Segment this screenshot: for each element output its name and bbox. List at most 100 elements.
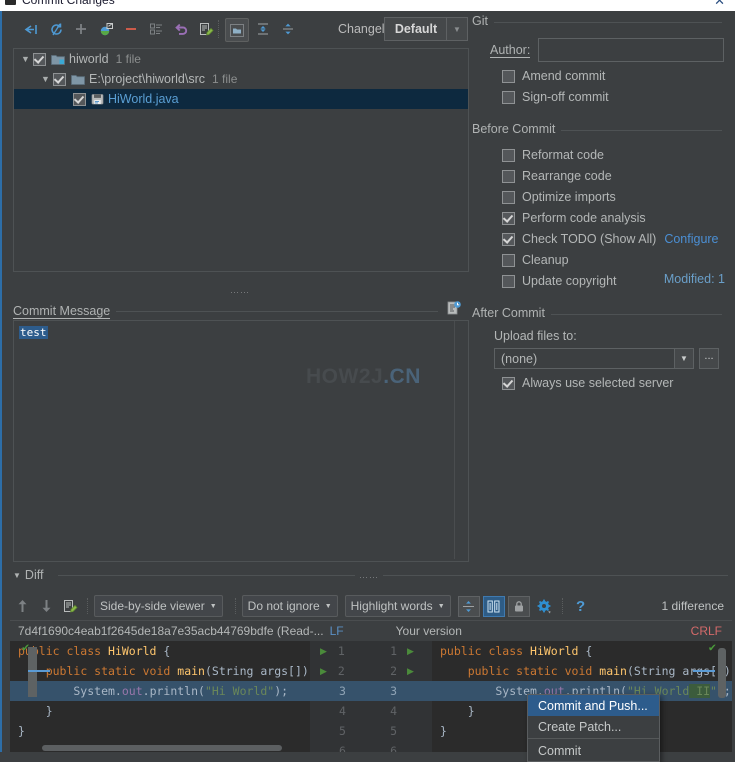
upload-server-combo[interactable]: (none) ▼ ... <box>494 348 735 369</box>
rollback-icon[interactable] <box>170 18 192 40</box>
line-number: 4 <box>390 704 397 718</box>
tree-checkbox[interactable] <box>53 72 66 86</box>
after-commit-section-header: After Commit <box>472 306 735 322</box>
signoff-commit-row[interactable]: Sign-off commit <box>502 90 735 104</box>
edit-changelist-icon[interactable] <box>145 18 167 40</box>
tree-checkbox[interactable] <box>33 52 46 66</box>
watermark-suffix: .CN <box>383 365 421 388</box>
chevron-down-icon[interactable]: ▼ <box>20 54 31 65</box>
menu-item-commit-and-push[interactable]: Commit and Push... <box>528 695 659 716</box>
delete-changelist-icon[interactable] <box>120 18 142 40</box>
synchronize-scroll-icon[interactable] <box>482 595 505 617</box>
diff-edit-icon[interactable] <box>195 18 217 40</box>
show-diff-icon[interactable] <box>20 18 42 40</box>
signoff-commit-checkbox[interactable] <box>502 90 515 104</box>
diff-splitter-grip[interactable]: ⋯⋯ <box>355 572 383 583</box>
amend-commit-label: Amend commit <box>522 69 606 83</box>
check-todo-checkbox[interactable] <box>502 232 515 246</box>
rearrange-code-checkbox[interactable] <box>502 169 515 183</box>
reformat-code-checkbox[interactable] <box>502 148 515 162</box>
commit-message-label: Commit Message <box>13 304 117 319</box>
author-field[interactable] <box>538 38 725 62</box>
commit-changes-dialog: Commit Changes ✕ Changelist: Default ▼ ▼… <box>0 0 735 762</box>
move-to-changelist-icon[interactable] <box>95 18 117 40</box>
line-number: 2 <box>337 664 345 678</box>
chevron-down-icon[interactable]: ▼ <box>446 17 468 41</box>
perform-code-analysis-row[interactable]: Perform code analysis <box>502 211 735 225</box>
chevron-down-icon: ▼ <box>437 602 445 610</box>
close-icon[interactable]: ✕ <box>714 0 725 9</box>
tree-row-file[interactable]: HiWorld.java <box>14 89 468 109</box>
before-commit-section-title: Before Commit <box>472 122 562 136</box>
chevron-down-icon[interactable]: ▼ <box>674 348 694 369</box>
folder-icon <box>71 73 85 85</box>
commit-context-menu[interactable]: Commit and Push... Create Patch... Commi… <box>527 694 660 762</box>
chevron-down-icon[interactable]: ▼ <box>40 74 51 85</box>
left-change-marker <box>28 670 50 672</box>
diff-section-header[interactable]: ▼ Diff <box>13 568 43 582</box>
left-line-separator[interactable]: LF <box>330 624 344 638</box>
amend-commit-row[interactable]: Amend commit <box>502 69 735 83</box>
perform-code-analysis-checkbox[interactable] <box>502 211 515 225</box>
tree-row-module[interactable]: ▼ hiworld 1 file <box>14 49 468 69</box>
update-copyright-row[interactable]: Update copyright <box>502 274 735 288</box>
optimize-imports-checkbox[interactable] <box>502 190 515 204</box>
configure-todo-link[interactable]: Configure <box>664 232 718 246</box>
update-copyright-checkbox[interactable] <box>502 274 515 288</box>
upload-server-value[interactable]: (none) <box>494 348 674 369</box>
highlight-value: Highlight words <box>350 599 433 613</box>
always-use-server-row[interactable]: Always use selected server <box>502 376 735 390</box>
changed-files-tree[interactable]: ▼ hiworld 1 file ▼ E:\project\hiworld\sr… <box>13 48 469 272</box>
gear-icon[interactable] <box>533 595 557 617</box>
collapse-all-icon[interactable] <box>277 18 299 40</box>
commit-history-icon[interactable] <box>446 300 462 316</box>
tree-checkbox[interactable] <box>73 92 86 106</box>
browse-servers-button[interactable]: ... <box>699 348 719 369</box>
tree-row-folder[interactable]: ▼ E:\project\hiworld\src 1 file <box>14 69 468 89</box>
before-commit-section-header: Before Commit <box>472 122 735 138</box>
always-use-server-checkbox[interactable] <box>502 376 515 390</box>
tree-row-label: HiWorld.java <box>108 92 179 106</box>
optimize-imports-row[interactable]: Optimize imports <box>502 190 735 204</box>
diff-right-gutter[interactable]: 1 ▶ 2 ▶ 3 4 5 6 <box>371 641 432 759</box>
author-label: Author: <box>490 43 531 58</box>
left-revision-title: 7d4f1690c4eab1f2645de18a7e35acb44769bdfe… <box>18 624 324 638</box>
refresh-changes-icon[interactable] <box>45 18 67 40</box>
arrow-down-icon[interactable] <box>34 595 58 617</box>
changelist-combo[interactable]: Default <box>384 17 447 41</box>
expand-all-icon[interactable] <box>252 18 274 40</box>
arrow-up-icon[interactable] <box>10 595 34 617</box>
reformat-code-row[interactable]: Reformat code <box>502 148 735 162</box>
commit-message-scrollbar[interactable] <box>454 321 468 559</box>
group-by-directory-icon[interactable] <box>225 18 249 42</box>
highlight-dropdown[interactable]: Highlight words ▼ <box>344 595 451 617</box>
amend-commit-checkbox[interactable] <box>502 69 515 83</box>
viewer-mode-dropdown[interactable]: Side-by-side viewer ▼ <box>94 595 223 617</box>
chevron-down-icon[interactable]: ▼ <box>13 571 21 580</box>
commit-message-label-text: Commit Message <box>13 304 111 318</box>
check-todo-row[interactable]: Check TODO (Show All) Configure <box>502 232 735 246</box>
rearrange-code-label: Rearrange code <box>522 169 612 183</box>
commit-message-input[interactable]: test <box>13 320 469 562</box>
menu-item-create-patch[interactable]: Create Patch... <box>528 716 659 737</box>
right-scrollbar-thumb[interactable] <box>718 648 726 698</box>
line-number: 1 <box>390 644 397 658</box>
right-line-separator[interactable]: CRLF <box>691 624 722 638</box>
cleanup-checkbox[interactable] <box>502 253 515 267</box>
collapse-unchanged-icon[interactable] <box>457 595 480 617</box>
splitter-grip[interactable]: ⋯⋯ <box>0 288 480 297</box>
cleanup-row[interactable]: Cleanup <box>502 253 735 267</box>
diff-horizontal-scrollbar[interactable] <box>42 745 282 751</box>
question-icon[interactable]: ? <box>569 595 593 617</box>
new-changelist-icon[interactable] <box>70 18 92 40</box>
check-icon: ✔ <box>22 641 30 654</box>
edit-source-icon[interactable] <box>58 595 82 617</box>
read-only-lock-icon[interactable] <box>507 595 530 617</box>
diff-left-gutter[interactable]: ▶ 1 ▶ 2 3 4 5 6 <box>310 641 371 759</box>
whitespace-dropdown[interactable]: Do not ignore ▼ <box>241 595 338 617</box>
rearrange-code-row[interactable]: Rearrange code <box>502 169 735 183</box>
tree-row-label: E:\project\hiworld\src <box>89 72 206 86</box>
menu-item-commit[interactable]: Commit <box>528 740 659 761</box>
left-change-bar <box>28 647 37 697</box>
